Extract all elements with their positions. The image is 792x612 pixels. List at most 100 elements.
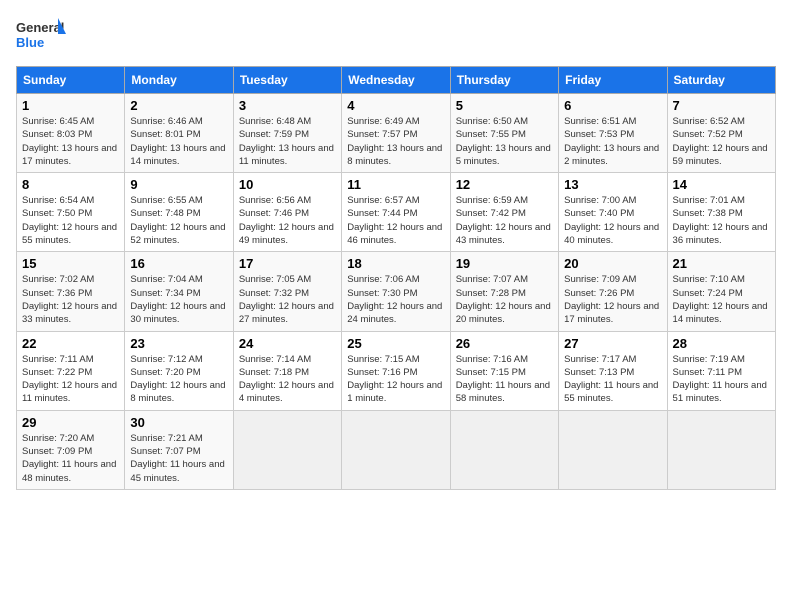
calendar-day-cell: 15 Sunrise: 7:02 AM Sunset: 7:36 PM Dayl… (17, 252, 125, 331)
day-info: Sunrise: 7:15 AM Sunset: 7:16 PM Dayligh… (347, 353, 444, 406)
calendar-day-cell: 6 Sunrise: 6:51 AM Sunset: 7:53 PM Dayli… (559, 94, 667, 173)
calendar-table: SundayMondayTuesdayWednesdayThursdayFrid… (16, 66, 776, 490)
day-info: Sunrise: 7:01 AM Sunset: 7:38 PM Dayligh… (673, 194, 770, 247)
day-number: 18 (347, 256, 444, 271)
day-info: Sunrise: 6:45 AM Sunset: 8:03 PM Dayligh… (22, 115, 119, 168)
weekday-header: Tuesday (233, 67, 341, 94)
day-number: 14 (673, 177, 770, 192)
day-info: Sunrise: 7:07 AM Sunset: 7:28 PM Dayligh… (456, 273, 553, 326)
day-info: Sunrise: 6:59 AM Sunset: 7:42 PM Dayligh… (456, 194, 553, 247)
day-number: 23 (130, 336, 227, 351)
calendar-day-cell: 1 Sunrise: 6:45 AM Sunset: 8:03 PM Dayli… (17, 94, 125, 173)
calendar-day-cell: 25 Sunrise: 7:15 AM Sunset: 7:16 PM Dayl… (342, 331, 450, 410)
calendar-week-row: 8 Sunrise: 6:54 AM Sunset: 7:50 PM Dayli… (17, 173, 776, 252)
calendar-week-row: 29 Sunrise: 7:20 AM Sunset: 7:09 PM Dayl… (17, 410, 776, 489)
calendar-day-cell: 14 Sunrise: 7:01 AM Sunset: 7:38 PM Dayl… (667, 173, 775, 252)
day-info: Sunrise: 6:54 AM Sunset: 7:50 PM Dayligh… (22, 194, 119, 247)
svg-text:General: General (16, 20, 64, 35)
day-info: Sunrise: 7:06 AM Sunset: 7:30 PM Dayligh… (347, 273, 444, 326)
day-number: 16 (130, 256, 227, 271)
day-number: 3 (239, 98, 336, 113)
day-number: 25 (347, 336, 444, 351)
day-info: Sunrise: 6:48 AM Sunset: 7:59 PM Dayligh… (239, 115, 336, 168)
day-info: Sunrise: 7:02 AM Sunset: 7:36 PM Dayligh… (22, 273, 119, 326)
logo: General Blue (16, 16, 66, 58)
day-number: 17 (239, 256, 336, 271)
calendar-day-cell: 12 Sunrise: 6:59 AM Sunset: 7:42 PM Dayl… (450, 173, 558, 252)
day-number: 4 (347, 98, 444, 113)
calendar-week-row: 1 Sunrise: 6:45 AM Sunset: 8:03 PM Dayli… (17, 94, 776, 173)
calendar-day-cell (233, 410, 341, 489)
day-info: Sunrise: 6:46 AM Sunset: 8:01 PM Dayligh… (130, 115, 227, 168)
weekday-header: Monday (125, 67, 233, 94)
day-info: Sunrise: 7:12 AM Sunset: 7:20 PM Dayligh… (130, 353, 227, 406)
svg-text:Blue: Blue (16, 35, 44, 50)
day-info: Sunrise: 7:17 AM Sunset: 7:13 PM Dayligh… (564, 353, 661, 406)
calendar-header-row: SundayMondayTuesdayWednesdayThursdayFrid… (17, 67, 776, 94)
day-number: 5 (456, 98, 553, 113)
day-info: Sunrise: 7:21 AM Sunset: 7:07 PM Dayligh… (130, 432, 227, 485)
calendar-day-cell (667, 410, 775, 489)
calendar-day-cell: 29 Sunrise: 7:20 AM Sunset: 7:09 PM Dayl… (17, 410, 125, 489)
day-number: 28 (673, 336, 770, 351)
calendar-day-cell: 2 Sunrise: 6:46 AM Sunset: 8:01 PM Dayli… (125, 94, 233, 173)
day-number: 15 (22, 256, 119, 271)
day-number: 19 (456, 256, 553, 271)
calendar-day-cell (342, 410, 450, 489)
day-number: 1 (22, 98, 119, 113)
day-number: 8 (22, 177, 119, 192)
calendar-day-cell: 18 Sunrise: 7:06 AM Sunset: 7:30 PM Dayl… (342, 252, 450, 331)
day-info: Sunrise: 7:19 AM Sunset: 7:11 PM Dayligh… (673, 353, 770, 406)
day-number: 12 (456, 177, 553, 192)
calendar-day-cell: 3 Sunrise: 6:48 AM Sunset: 7:59 PM Dayli… (233, 94, 341, 173)
calendar-day-cell: 21 Sunrise: 7:10 AM Sunset: 7:24 PM Dayl… (667, 252, 775, 331)
calendar-week-row: 15 Sunrise: 7:02 AM Sunset: 7:36 PM Dayl… (17, 252, 776, 331)
weekday-header: Saturday (667, 67, 775, 94)
day-info: Sunrise: 6:55 AM Sunset: 7:48 PM Dayligh… (130, 194, 227, 247)
calendar-day-cell (450, 410, 558, 489)
calendar-day-cell: 16 Sunrise: 7:04 AM Sunset: 7:34 PM Dayl… (125, 252, 233, 331)
calendar-day-cell: 30 Sunrise: 7:21 AM Sunset: 7:07 PM Dayl… (125, 410, 233, 489)
weekday-header: Thursday (450, 67, 558, 94)
day-number: 27 (564, 336, 661, 351)
day-info: Sunrise: 7:10 AM Sunset: 7:24 PM Dayligh… (673, 273, 770, 326)
calendar-day-cell: 9 Sunrise: 6:55 AM Sunset: 7:48 PM Dayli… (125, 173, 233, 252)
calendar-day-cell: 20 Sunrise: 7:09 AM Sunset: 7:26 PM Dayl… (559, 252, 667, 331)
page-header: General Blue (16, 16, 776, 58)
day-info: Sunrise: 6:49 AM Sunset: 7:57 PM Dayligh… (347, 115, 444, 168)
calendar-week-row: 22 Sunrise: 7:11 AM Sunset: 7:22 PM Dayl… (17, 331, 776, 410)
day-number: 9 (130, 177, 227, 192)
day-info: Sunrise: 7:11 AM Sunset: 7:22 PM Dayligh… (22, 353, 119, 406)
calendar-day-cell: 11 Sunrise: 6:57 AM Sunset: 7:44 PM Dayl… (342, 173, 450, 252)
day-info: Sunrise: 7:04 AM Sunset: 7:34 PM Dayligh… (130, 273, 227, 326)
calendar-day-cell: 23 Sunrise: 7:12 AM Sunset: 7:20 PM Dayl… (125, 331, 233, 410)
calendar-day-cell: 17 Sunrise: 7:05 AM Sunset: 7:32 PM Dayl… (233, 252, 341, 331)
day-number: 10 (239, 177, 336, 192)
day-number: 29 (22, 415, 119, 430)
day-info: Sunrise: 7:00 AM Sunset: 7:40 PM Dayligh… (564, 194, 661, 247)
day-info: Sunrise: 7:14 AM Sunset: 7:18 PM Dayligh… (239, 353, 336, 406)
day-number: 30 (130, 415, 227, 430)
day-number: 11 (347, 177, 444, 192)
weekday-header: Friday (559, 67, 667, 94)
day-number: 2 (130, 98, 227, 113)
calendar-day-cell: 4 Sunrise: 6:49 AM Sunset: 7:57 PM Dayli… (342, 94, 450, 173)
day-info: Sunrise: 7:20 AM Sunset: 7:09 PM Dayligh… (22, 432, 119, 485)
day-number: 7 (673, 98, 770, 113)
day-number: 13 (564, 177, 661, 192)
day-info: Sunrise: 6:57 AM Sunset: 7:44 PM Dayligh… (347, 194, 444, 247)
day-info: Sunrise: 7:16 AM Sunset: 7:15 PM Dayligh… (456, 353, 553, 406)
calendar-day-cell: 7 Sunrise: 6:52 AM Sunset: 7:52 PM Dayli… (667, 94, 775, 173)
day-number: 6 (564, 98, 661, 113)
calendar-day-cell: 19 Sunrise: 7:07 AM Sunset: 7:28 PM Dayl… (450, 252, 558, 331)
calendar-day-cell: 26 Sunrise: 7:16 AM Sunset: 7:15 PM Dayl… (450, 331, 558, 410)
calendar-day-cell: 5 Sunrise: 6:50 AM Sunset: 7:55 PM Dayli… (450, 94, 558, 173)
calendar-day-cell (559, 410, 667, 489)
day-info: Sunrise: 7:09 AM Sunset: 7:26 PM Dayligh… (564, 273, 661, 326)
day-info: Sunrise: 6:52 AM Sunset: 7:52 PM Dayligh… (673, 115, 770, 168)
calendar-day-cell: 22 Sunrise: 7:11 AM Sunset: 7:22 PM Dayl… (17, 331, 125, 410)
day-info: Sunrise: 6:51 AM Sunset: 7:53 PM Dayligh… (564, 115, 661, 168)
day-number: 26 (456, 336, 553, 351)
weekday-header: Wednesday (342, 67, 450, 94)
day-number: 20 (564, 256, 661, 271)
